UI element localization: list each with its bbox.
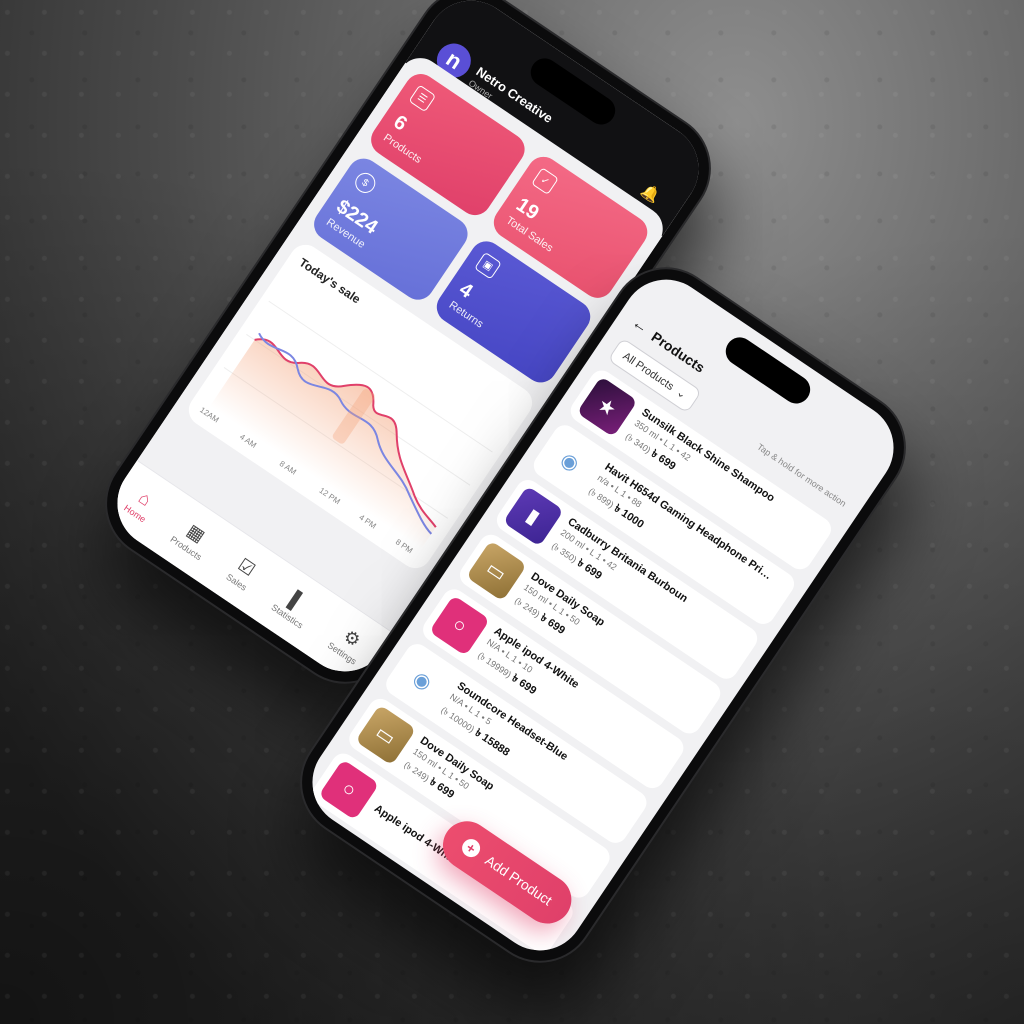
shampoo-thumbnail: ★ — [576, 376, 638, 438]
plus-icon: + — [458, 835, 484, 861]
headset-thumbnail: ◉ — [392, 649, 454, 711]
statistics-icon: ▌ — [286, 589, 309, 613]
chocolate-thumbnail: ▮ — [502, 485, 564, 547]
tab-products[interactable]: ▦ Products — [169, 515, 217, 562]
back-arrow-icon[interactable]: ← — [628, 314, 652, 338]
list-icon: ☰ — [408, 84, 437, 113]
clipboard-icon: ✓ — [531, 167, 559, 196]
soap-thumbnail: ▭ — [465, 540, 527, 602]
earbuds-thumbnail: ○ — [429, 595, 491, 657]
chevron-down-icon: ⌄ — [674, 386, 689, 402]
tab-home[interactable]: ⌂ Home — [122, 483, 160, 524]
tab-statistics[interactable]: ▌ Statistics — [270, 583, 318, 630]
dollar-icon: $ — [351, 169, 380, 197]
headphone-thumbnail: ◉ — [539, 430, 601, 492]
home-icon: ⌂ — [135, 486, 156, 510]
earbuds-thumbnail: ○ — [318, 759, 380, 821]
tab-settings[interactable]: ⚙ Settings — [326, 621, 371, 666]
tab-sales[interactable]: ☑ Sales — [225, 552, 262, 592]
box-icon: ▣ — [474, 251, 502, 280]
soap-thumbnail: ▭ — [355, 704, 417, 766]
